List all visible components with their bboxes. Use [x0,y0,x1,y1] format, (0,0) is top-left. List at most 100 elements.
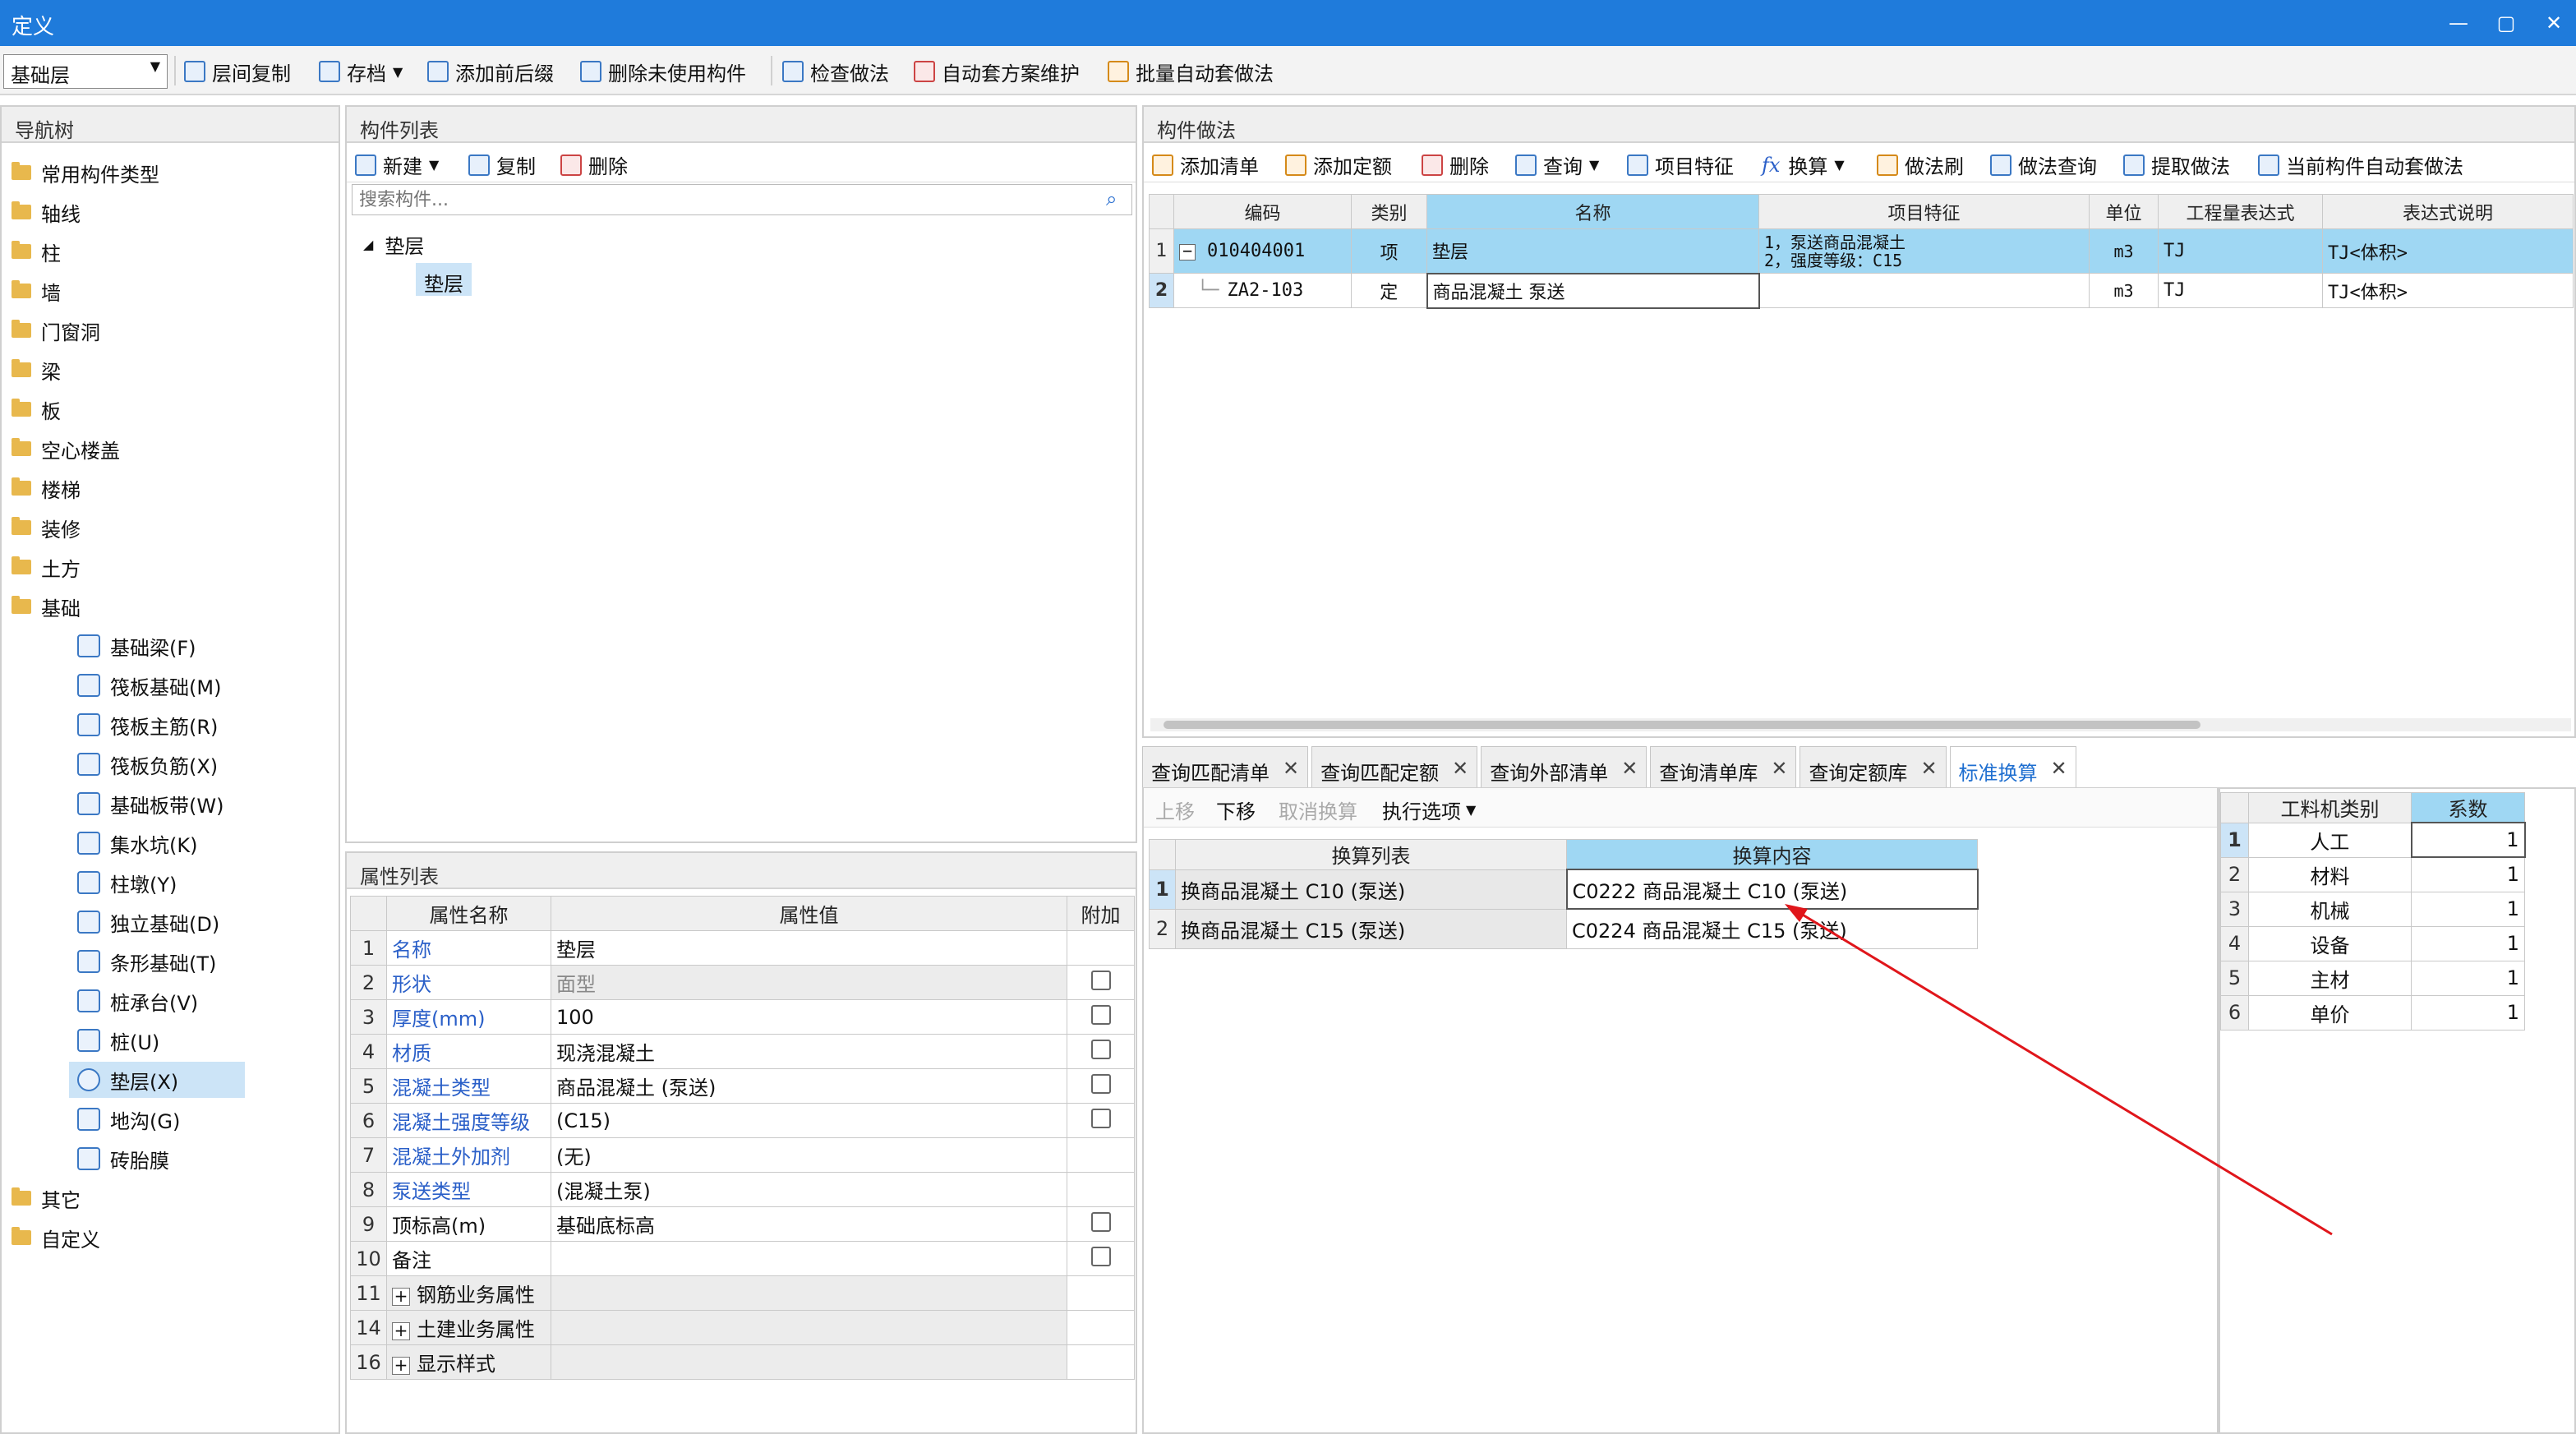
method-brush-button[interactable]: 做法刷 [1877,150,1964,179]
method-expr[interactable]: TJ [2158,273,2323,308]
nav-item[interactable]: 门窗洞 [12,312,100,348]
attr-value[interactable]: 商品混凝土 (泵送) [551,1068,1067,1104]
close-icon[interactable]: ✕ [1283,757,1299,787]
nav-subitem[interactable]: 筏板主筋(R) [77,707,218,743]
method-row-quota[interactable]: 2 └─ ZA2-103 定 商品混凝土 泵送 m3 TJ TJ<体积> [1149,272,2574,309]
add-prefix-suffix-button[interactable]: 添加前后缀 [427,56,554,87]
close-icon[interactable]: ✕ [1920,757,1937,787]
delete-method-button[interactable]: 删除 [1422,150,1489,179]
checkbox[interactable] [1090,1004,1111,1025]
close-icon[interactable]: ✕ [1621,757,1638,787]
check-method-button[interactable]: 检查做法 [782,56,889,87]
nav-subitem[interactable]: 地沟(G) [77,1101,180,1137]
close-icon[interactable]: ✕ [1452,757,1468,787]
method-name[interactable]: 商品混凝土 泵送 [1426,272,1760,309]
attribute-group-row[interactable]: 11 + 钢筋业务属性 [350,1275,1135,1311]
add-quota-button[interactable]: 添加定额 [1285,150,1392,179]
factor-row[interactable]: 6 单价 1 [2220,994,2525,1031]
nav-item[interactable]: 空心楼盖 [12,431,120,467]
conversion-row[interactable]: 1 换商品混凝土 C10 (泵送) C0222 商品混凝土 C10 (泵送) [1149,869,1979,910]
method-query-button[interactable]: 做法查询 [1990,150,2097,179]
close-icon[interactable]: ✕ [2051,757,2067,787]
checkbox[interactable] [1090,970,1111,990]
attribute-row[interactable]: 2 形状 面型 [350,965,1135,1000]
collapse-minus-icon[interactable]: − [1179,242,1196,261]
convert-button[interactable]: fx 换算 ▼ [1762,150,1845,179]
batch-auto-button[interactable]: 批量自动套做法 [1108,56,1274,87]
tree-node-selected[interactable]: 垫层 [416,263,472,296]
method-type[interactable]: 定 [1351,273,1427,308]
method-type[interactable]: 项 [1351,228,1427,274]
archive-button[interactable]: 存档 ▼ [319,56,403,87]
factor-value[interactable]: 1 [2411,891,2525,927]
nav-subitem[interactable]: 独立基础(D) [77,904,219,940]
attr-value[interactable]: 现浇混凝土 [551,1034,1067,1069]
nav-subitem[interactable]: 集水坑(K) [77,825,197,861]
expand-plus-icon[interactable]: + [392,1288,410,1306]
search-icon[interactable]: ⌕ [1106,187,1117,210]
nav-item[interactable]: 土方 [12,549,81,585]
nav-subitem[interactable]: 筏板负筋(X) [77,746,218,782]
auto-scheme-button[interactable]: 自动套方案维护 [914,56,1080,87]
attribute-row[interactable]: 7 混凝土外加剂 (无) [350,1137,1135,1173]
nav-item[interactable]: 板 [12,391,61,427]
method-code-cell[interactable]: −010404001 [1173,228,1352,274]
nav-subitem[interactable]: 砖胎膜 [77,1141,169,1177]
nav-item[interactable]: 柱 [12,233,61,270]
auto-apply-button[interactable]: 当前构件自动套做法 [2258,150,2463,179]
checkbox[interactable] [1090,1039,1111,1059]
tree-node-parent[interactable]: ◢ 垫层 [363,230,424,259]
attr-value[interactable]: 100 [551,999,1067,1035]
nav-item[interactable]: 梁 [12,352,61,388]
nav-item[interactable]: 楼梯 [12,470,81,506]
nav-subitem-cushion-selected[interactable]: 垫层(X) [69,1062,245,1098]
nav-item[interactable]: 轴线 [12,194,81,230]
nav-subitem[interactable]: 桩(U) [77,1022,159,1058]
nav-subitem[interactable]: 基础梁(F) [77,628,196,664]
attribute-row[interactable]: 5 混凝土类型 商品混凝土 (泵送) [350,1068,1135,1104]
tab-standard-conversion[interactable]: 标准换算 ✕ [1949,746,2076,787]
checkbox[interactable] [1090,1246,1111,1266]
attribute-group-row[interactable]: 16 + 显示样式 [350,1344,1135,1380]
attr-group-cell[interactable]: + 显示样式 [386,1344,551,1380]
delete-unused-button[interactable]: 删除未使用构件 [580,56,746,87]
method-feature-cell[interactable]: 1，泵送商品混凝土 2，强度等级：C15 [1758,228,2090,274]
factor-row[interactable]: 3 机械 1 [2220,891,2525,927]
nav-subitem[interactable]: 条形基础(T) [77,943,216,980]
checkbox[interactable] [1090,1211,1111,1232]
attribute-row[interactable]: 3 厚度(mm) 100 [350,999,1135,1035]
attribute-row[interactable]: 9 顶标高(m) 基础底标高 [350,1206,1135,1242]
checkbox[interactable] [1090,1073,1111,1094]
item-feature-button[interactable]: 项目特征 [1627,150,1734,179]
nav-item[interactable]: 常用构件类型 [12,154,159,191]
nav-subitem[interactable]: 桩承台(V) [77,983,198,1019]
attr-group-cell[interactable]: + 土建业务属性 [386,1310,551,1345]
method-unit[interactable]: m3 [2089,228,2159,274]
method-expr[interactable]: TJ [2158,228,2323,274]
tab-external-list[interactable]: 查询外部清单 ✕ [1481,746,1647,787]
attr-value[interactable]: (混凝土泵) [551,1172,1067,1207]
conversion-content-cell[interactable]: C0224 商品混凝土 C15 (泵送) [1566,908,1978,949]
cancel-conversion-button[interactable]: 取消换算 [1279,795,1357,824]
tab-quota-library[interactable]: 查询定额库 ✕ [1800,746,1947,787]
minimize-icon[interactable]: — [2442,7,2475,39]
move-up-button[interactable]: 上移 [1155,795,1195,824]
move-down-button[interactable]: 下移 [1216,795,1256,824]
conversion-list-cell[interactable]: 换商品混凝土 C15 (泵送) [1175,908,1567,949]
maximize-icon[interactable]: ▢ [2490,7,2523,39]
horizontal-scrollbar[interactable] [1150,718,2571,731]
method-row-list[interactable]: 1 −010404001 项 垫层 1，泵送商品混凝土 2，强度等级：C15 m3… [1149,228,2574,274]
delete-component-button[interactable]: 删除 [560,150,628,179]
tab-list-library[interactable]: 查询清单库 ✕ [1650,746,1797,787]
method-unit[interactable]: m3 [2089,273,2159,308]
factor-row[interactable]: 1 人工 1 [2220,822,2526,858]
conversion-content-cell[interactable]: C0222 商品混凝土 C10 (泵送) [1565,869,1979,910]
attribute-row[interactable]: 6 混凝土强度等级 (C15) [350,1103,1135,1138]
factor-value[interactable]: 1 [2411,925,2525,961]
tab-match-quota[interactable]: 查询匹配定额 ✕ [1311,746,1478,787]
attribute-row[interactable]: 8 泵送类型 (混凝土泵) [350,1172,1135,1207]
scrollbar-thumb[interactable] [1164,721,2200,729]
attribute-row[interactable]: 1 名称 垫层 [350,930,1135,966]
method-feature[interactable] [1758,273,2090,308]
nav-item[interactable]: 装修 [12,510,81,546]
